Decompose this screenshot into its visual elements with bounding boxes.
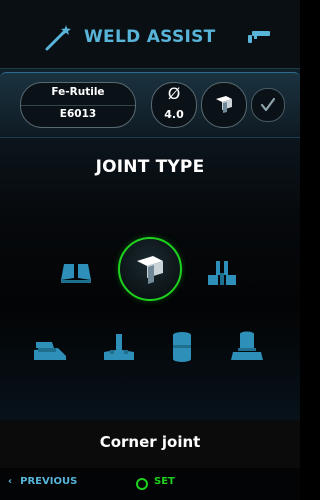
joint-option-lap[interactable] [32,334,68,362]
joint-option-corner[interactable] [118,237,182,301]
previous-label: PREVIOUS [20,476,78,487]
ring-icon[interactable] [136,478,148,490]
t-joint-icon [104,334,134,360]
diameter-button[interactable]: Ø 4.0 [151,82,197,128]
joint-type-heading: JOINT TYPE [95,157,205,177]
magic-wand-icon[interactable] [44,22,74,52]
pipe-flange-joint-icon [231,331,263,360]
double-t-joint-icon [208,261,236,285]
pipe-butt-joint-icon [173,332,191,362]
selected-joint-label: Corner joint [99,433,201,451]
set-button[interactable]: SET [154,476,175,487]
joint-option-pipe-flange[interactable] [230,330,264,362]
corner-joint-icon [216,96,232,113]
app-title: WELD ASSIST [84,27,216,47]
previous-button[interactable]: ‹ PREVIOUS [8,476,77,487]
lap-joint-icon [34,342,66,360]
confirm-button[interactable] [251,88,285,122]
chevron-left-icon: ‹ [8,476,13,487]
joint-option-butt[interactable] [60,261,92,285]
joint-option-t[interactable] [102,332,136,362]
corner-joint-icon [137,256,163,284]
butt-joint-icon [61,264,91,283]
joint-type-button[interactable] [201,82,247,128]
diameter-symbol: Ø [167,84,181,103]
electrode-material-button[interactable]: Fe-Rutile E6013 [20,82,136,128]
joint-option-double-t[interactable] [206,259,238,287]
material-code: E6013 [59,108,97,120]
welding-torch-icon[interactable] [246,28,272,46]
joint-option-pipe-butt[interactable] [170,331,194,363]
material-name: Fe-Rutile [51,86,105,98]
check-icon [260,97,276,112]
diameter-value: 4.0 [164,108,184,121]
